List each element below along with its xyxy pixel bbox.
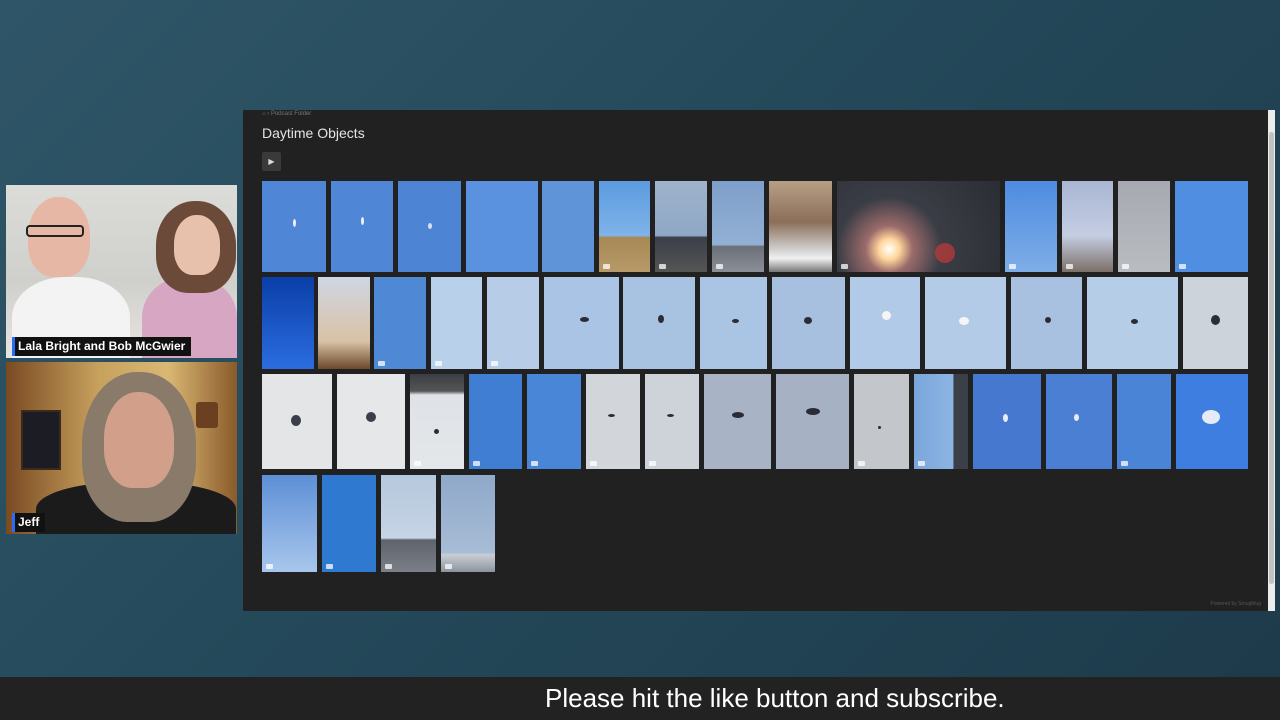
video-camera-icon — [531, 461, 538, 466]
video-thumbnail[interactable] — [1175, 181, 1248, 272]
video-thumbnail[interactable] — [1005, 181, 1057, 272]
photo-thumbnail[interactable] — [776, 374, 849, 469]
caption-bar: Please hit the like button and subscribe… — [0, 677, 1280, 720]
video-camera-icon — [858, 461, 865, 466]
photo-thumbnail[interactable] — [337, 374, 405, 469]
video-camera-icon — [590, 461, 597, 466]
video-thumbnail[interactable] — [262, 475, 317, 572]
person-face — [28, 197, 90, 277]
video-thumbnail[interactable] — [1062, 181, 1113, 272]
video-camera-icon — [1009, 264, 1016, 269]
photo-thumbnail[interactable] — [973, 374, 1041, 469]
video-thumbnail[interactable] — [431, 277, 482, 369]
photo-thumbnail[interactable] — [1176, 374, 1248, 469]
photo-thumbnail[interactable] — [262, 181, 326, 272]
photo-thumbnail[interactable] — [925, 277, 1006, 369]
video-thumbnail[interactable] — [914, 374, 968, 469]
video-thumbnail[interactable] — [586, 374, 640, 469]
photo-thumbnail[interactable] — [262, 374, 332, 469]
photo-thumbnail[interactable] — [704, 374, 771, 469]
photo-thumbnail[interactable] — [1183, 277, 1248, 369]
video-camera-icon — [491, 361, 498, 366]
photo-thumbnail[interactable] — [850, 277, 920, 369]
video-camera-icon — [385, 564, 392, 569]
video-camera-icon — [445, 564, 452, 569]
video-thumbnail[interactable] — [1118, 181, 1170, 272]
video-thumbnail[interactable] — [487, 277, 539, 369]
scrollbar-thumb[interactable] — [1269, 132, 1274, 584]
video-thumbnail[interactable] — [655, 181, 707, 272]
video-thumbnail[interactable] — [837, 181, 1000, 272]
photo-thumbnail[interactable] — [700, 277, 767, 369]
photo-thumbnail[interactable] — [772, 277, 845, 369]
photo-thumbnail[interactable] — [331, 181, 393, 272]
photo-thumbnail[interactable] — [769, 181, 832, 272]
participant-name-label: Lala Bright and Bob McGwier — [12, 337, 192, 356]
caption-text: Please hit the like button and subscribe… — [545, 683, 1005, 713]
slideshow-play-button[interactable]: ▶ — [262, 152, 281, 171]
video-thumbnail[interactable] — [374, 277, 426, 369]
video-camera-icon — [649, 461, 656, 466]
video-thumbnail[interactable] — [381, 475, 436, 572]
gallery-window: ⌂ › Podcast Folder Daytime Objects ▶ Pow… — [243, 110, 1275, 611]
participant-name-label: Jeff — [12, 513, 46, 532]
photo-thumbnail[interactable] — [262, 277, 314, 369]
photo-thumbnail[interactable] — [466, 181, 538, 272]
video-camera-icon — [266, 564, 273, 569]
video-thumbnail[interactable] — [712, 181, 764, 272]
video-camera-icon — [473, 461, 480, 466]
video-thumbnail[interactable] — [441, 475, 495, 572]
video-thumbnail[interactable] — [469, 374, 522, 469]
powered-by-text: Powered by SmugMug — [1210, 601, 1261, 607]
photo-thumbnail[interactable] — [544, 277, 619, 369]
video-camera-icon — [918, 461, 925, 466]
photo-thumbnail[interactable] — [1087, 277, 1178, 369]
video-camera-icon — [435, 361, 442, 366]
photo-thumbnail[interactable] — [1011, 277, 1082, 369]
photo-thumbnail[interactable] — [623, 277, 695, 369]
video-camera-icon — [603, 264, 610, 269]
video-thumbnail[interactable] — [1117, 374, 1171, 469]
video-camera-icon — [1121, 461, 1128, 466]
video-thumbnail[interactable] — [645, 374, 699, 469]
video-camera-icon — [659, 264, 666, 269]
photo-thumbnail[interactable] — [318, 277, 370, 369]
vertical-scrollbar[interactable] — [1268, 110, 1275, 611]
person-face — [104, 392, 174, 488]
video-thumbnail[interactable] — [599, 181, 650, 272]
video-thumbnail[interactable] — [322, 475, 376, 572]
video-camera-icon — [716, 264, 723, 269]
person-face — [174, 215, 220, 275]
video-camera-icon — [414, 461, 421, 466]
play-icon: ▶ — [268, 157, 275, 166]
breadcrumb[interactable]: ⌂ › Podcast Folder — [262, 111, 311, 117]
photo-thumbnail[interactable] — [398, 181, 461, 272]
wall-decor — [196, 402, 218, 428]
video-camera-icon — [378, 361, 385, 366]
poster-image — [21, 410, 61, 470]
video-camera-icon — [1066, 264, 1073, 269]
video-thumbnail[interactable] — [410, 374, 464, 469]
video-camera-icon — [841, 264, 848, 269]
video-camera-icon — [1122, 264, 1129, 269]
photo-thumbnail[interactable] — [1046, 374, 1112, 469]
gallery-title: Daytime Objects — [262, 125, 365, 141]
glasses-icon — [26, 225, 84, 237]
video-thumbnail[interactable] — [854, 374, 909, 469]
video-camera-icon — [1179, 264, 1186, 269]
participant-video-lala-bob[interactable]: Lala Bright and Bob McGwier — [6, 185, 237, 358]
video-camera-icon — [326, 564, 333, 569]
participant-video-jeff[interactable]: Jeff — [6, 362, 237, 534]
video-thumbnail[interactable] — [527, 374, 581, 469]
photo-thumbnail[interactable] — [542, 181, 594, 272]
